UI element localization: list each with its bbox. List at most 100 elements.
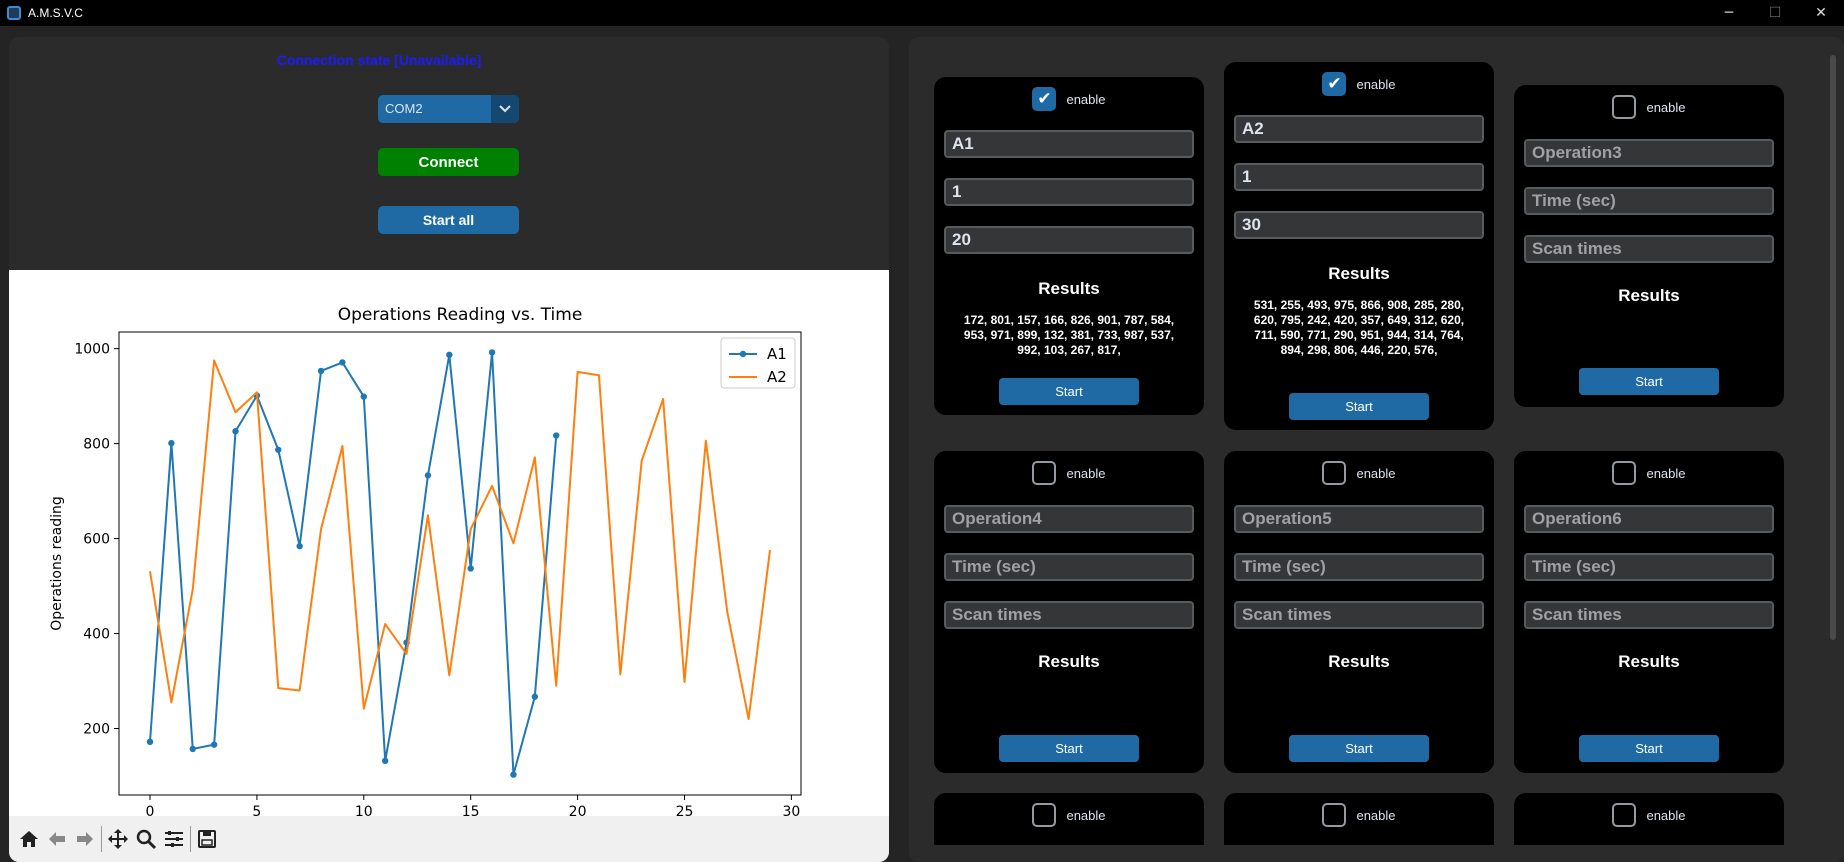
enable-label: enable bbox=[1066, 807, 1106, 823]
data-point-a1 bbox=[339, 359, 346, 366]
title-bar: A.M.S.V.C ─ ☐ ✕ bbox=[0, 0, 1844, 26]
toolbar-divider bbox=[190, 826, 191, 852]
y-tick-label: 1000 bbox=[74, 342, 110, 358]
y-tick-label: 400 bbox=[83, 627, 110, 643]
data-point-a1 bbox=[510, 771, 517, 778]
operation-name-field[interactable]: Operation4 bbox=[944, 505, 1194, 533]
data-point-a1 bbox=[296, 542, 303, 550]
enable-label: enable bbox=[1646, 807, 1686, 823]
data-point-a1 bbox=[446, 351, 453, 358]
enable-checkbox[interactable] bbox=[1612, 95, 1637, 119]
zoom-icon[interactable] bbox=[132, 824, 160, 854]
scan-times-field[interactable]: Scan times bbox=[1234, 601, 1484, 629]
data-point-a1 bbox=[424, 472, 432, 479]
x-tick-label: 25 bbox=[676, 804, 694, 816]
series-line-a1 bbox=[149, 351, 558, 776]
x-tick-label: 15 bbox=[462, 804, 480, 816]
data-point-a1 bbox=[146, 738, 154, 746]
save-icon[interactable] bbox=[193, 824, 221, 854]
x-tick-label: 5 bbox=[252, 804, 261, 816]
enable-label: enable bbox=[1066, 465, 1106, 481]
operation-name-field[interactable]: A2 bbox=[1234, 115, 1484, 143]
back-arrow-icon[interactable] bbox=[43, 824, 71, 854]
connect-button[interactable]: Connect bbox=[378, 148, 519, 176]
close-button[interactable]: ✕ bbox=[1798, 0, 1844, 26]
port-dropdown[interactable]: COM2 bbox=[378, 95, 519, 123]
time-field[interactable]: 1 bbox=[1234, 163, 1484, 191]
operation-card-1: ✔ enable A1 1 20 Results 172, 801, 157, … bbox=[934, 77, 1204, 415]
enable-checkbox[interactable] bbox=[1612, 803, 1637, 827]
data-point-a1 bbox=[553, 432, 560, 439]
results-title: Results bbox=[1038, 279, 1100, 298]
chart-svg: Operations Reading vs. Time 0 5 10 15 20 25 30 2… bbox=[49, 305, 802, 816]
data-point-a1 bbox=[488, 349, 496, 356]
legend-label-a2: A2 bbox=[767, 368, 787, 386]
control-panel: Connection state [Unavailable] COM2 Conn… bbox=[9, 37, 889, 862]
enable-checkbox[interactable] bbox=[1032, 461, 1057, 485]
enable-row: ✔ enable bbox=[1224, 72, 1494, 96]
results-title: Results bbox=[1038, 652, 1100, 671]
scan-times-field[interactable]: Scan times bbox=[944, 601, 1194, 629]
enable-checkbox[interactable] bbox=[1322, 803, 1347, 827]
enable-checkbox[interactable] bbox=[1032, 803, 1057, 827]
start-button[interactable]: Start bbox=[999, 735, 1139, 762]
x-tick-label: 30 bbox=[782, 804, 800, 816]
scan-times-field[interactable]: 20 bbox=[944, 226, 1194, 254]
port-value: COM2 bbox=[385, 101, 423, 116]
results-title: Results bbox=[1328, 264, 1390, 283]
home-icon[interactable] bbox=[15, 824, 43, 854]
scan-times-field[interactable]: Scan times bbox=[1524, 235, 1774, 263]
forward-arrow-icon[interactable] bbox=[71, 824, 99, 854]
data-point-a1 bbox=[360, 393, 367, 400]
start-button[interactable]: Start bbox=[999, 378, 1139, 405]
start-button[interactable]: Start bbox=[1579, 735, 1719, 762]
enable-checkbox[interactable]: ✔ bbox=[1322, 72, 1347, 96]
configure-subplots-icon[interactable] bbox=[160, 824, 188, 854]
results-title: Results bbox=[1328, 652, 1390, 671]
operation-name-field[interactable]: A1 bbox=[944, 130, 1194, 158]
operations-scrollbar[interactable] bbox=[1830, 55, 1836, 640]
data-point-a1 bbox=[168, 439, 175, 447]
time-field[interactable]: Time (sec) bbox=[1234, 553, 1484, 581]
maximize-button[interactable]: ☐ bbox=[1752, 0, 1798, 26]
x-tick-label: 20 bbox=[569, 804, 587, 816]
plot-toolbar bbox=[9, 816, 889, 862]
results-text: 172, 801, 157, 166, 826, 901, 787, 584, … bbox=[963, 313, 1175, 357]
enable-checkbox[interactable] bbox=[1612, 461, 1637, 485]
data-point-a1 bbox=[210, 741, 218, 748]
toolbar-divider bbox=[101, 826, 102, 852]
operation-name-field[interactable]: Operation6 bbox=[1524, 505, 1774, 533]
scan-times-field[interactable]: 30 bbox=[1234, 211, 1484, 239]
enable-checkbox[interactable] bbox=[1322, 461, 1347, 485]
results-title: Results bbox=[1618, 652, 1680, 671]
operation-name-field[interactable]: Operation3 bbox=[1524, 139, 1774, 167]
data-point-a1 bbox=[467, 565, 474, 572]
pan-icon[interactable] bbox=[104, 824, 132, 854]
y-axis-label: Operations reading bbox=[49, 496, 65, 631]
scan-times-field[interactable]: Scan times bbox=[1524, 601, 1774, 629]
data-point-a1 bbox=[232, 428, 239, 435]
time-field[interactable]: Time (sec) bbox=[944, 553, 1194, 581]
enable-row: enable bbox=[1514, 95, 1784, 119]
start-button[interactable]: Start bbox=[1579, 368, 1719, 395]
window-title: A.M.S.V.C bbox=[28, 6, 83, 20]
plot-canvas[interactable]: Operations Reading vs. Time 0 5 10 15 20 25 30 2… bbox=[9, 270, 889, 816]
chevron-down-icon[interactable] bbox=[491, 95, 519, 123]
y-tick-label: 800 bbox=[83, 437, 110, 453]
operation-name-field[interactable]: Operation5 bbox=[1234, 505, 1484, 533]
results-title: Results bbox=[1618, 286, 1680, 305]
enable-row: enable bbox=[1224, 803, 1494, 827]
time-field[interactable]: Time (sec) bbox=[1524, 187, 1774, 215]
time-field[interactable]: Time (sec) bbox=[1524, 553, 1774, 581]
legend-label-a1: A1 bbox=[767, 345, 787, 363]
start-button[interactable]: Start bbox=[1289, 735, 1429, 762]
enable-checkbox[interactable]: ✔ bbox=[1032, 87, 1057, 111]
operation-card-2: ✔ enable A2 1 30 Results 531, 255, 493, … bbox=[1224, 62, 1494, 430]
time-field[interactable]: 1 bbox=[944, 178, 1194, 206]
start-button[interactable]: Start bbox=[1289, 393, 1429, 420]
minimize-button[interactable]: ─ bbox=[1706, 0, 1752, 26]
start-all-button[interactable]: Start all bbox=[378, 206, 519, 234]
enable-row: enable bbox=[934, 803, 1204, 827]
enable-row: enable bbox=[934, 461, 1204, 485]
enable-row: ✔ enable bbox=[934, 87, 1204, 111]
